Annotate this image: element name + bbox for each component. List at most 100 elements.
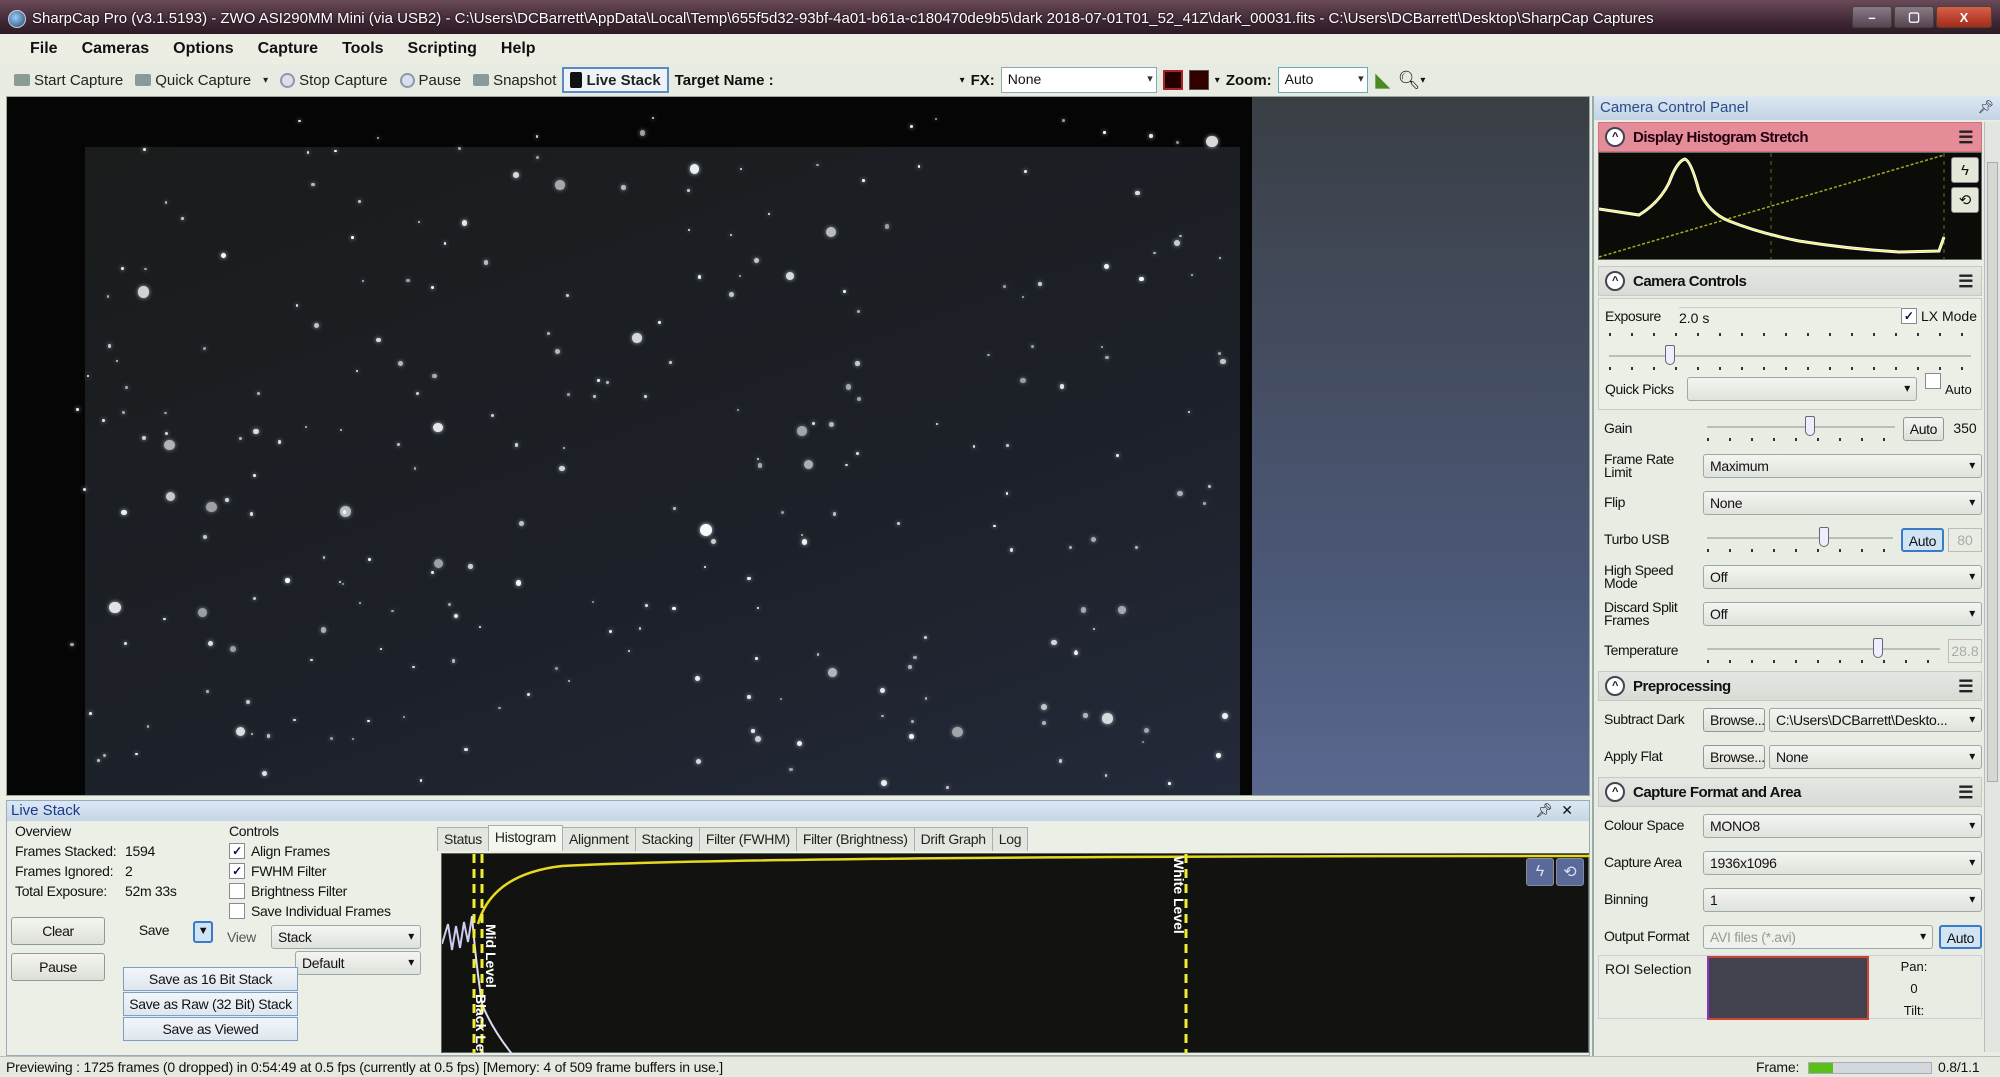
auto-checkbox[interactable] xyxy=(1925,373,1941,389)
collapse-icon[interactable]: ^ xyxy=(1605,127,1625,147)
chevron-down-icon[interactable]: ▾ xyxy=(1420,75,1425,86)
brightness-filter-checkbox[interactable] xyxy=(229,883,245,899)
minimize-button[interactable]: – xyxy=(1852,6,1892,28)
reset-stretch-button[interactable]: ⟲ xyxy=(1556,858,1584,886)
collapse-icon[interactable]: ^ xyxy=(1605,782,1625,802)
output-format-auto-button[interactable]: Auto xyxy=(1938,924,1982,949)
menu-capture[interactable]: Capture xyxy=(246,40,330,58)
save-16bit-menu-item[interactable]: Save as 16 Bit Stack xyxy=(123,967,298,991)
turbo-usb-value[interactable]: 80 xyxy=(1948,527,1982,552)
close-button[interactable]: X xyxy=(1936,6,1992,28)
save-button[interactable]: Save xyxy=(119,917,189,945)
section-display-histogram[interactable]: ^ Display Histogram Stretch ☰ xyxy=(1598,122,1982,152)
quick-capture-button[interactable]: Quick Capture ▾ xyxy=(129,67,274,93)
gain-value[interactable]: 350 xyxy=(1948,417,1982,441)
start-capture-button[interactable]: Start Capture xyxy=(8,67,129,93)
menu-options[interactable]: Options xyxy=(161,40,245,58)
align-frames-option[interactable]: ✓ Align Frames xyxy=(229,843,330,859)
tab-alignment[interactable]: Alignment xyxy=(561,827,636,851)
high-speed-dropdown[interactable]: Off xyxy=(1703,564,1982,589)
section-camera-controls[interactable]: ^ Camera Controls ☰ xyxy=(1598,266,1982,296)
close-icon[interactable]: ✕ xyxy=(1561,802,1581,818)
secondary-dropdown[interactable]: Default xyxy=(295,951,421,975)
save-raw-32bit-menu-item[interactable]: Save as Raw (32 Bit) Stack xyxy=(123,992,298,1016)
pan-value[interactable]: 0 xyxy=(1889,978,1939,1000)
turbo-usb-auto-button[interactable]: Auto xyxy=(1900,527,1944,552)
hamburger-menu-icon[interactable]: ☰ xyxy=(1958,272,1973,292)
hamburger-menu-icon[interactable]: ☰ xyxy=(1958,783,1973,803)
exposure-value[interactable]: 2.0 s xyxy=(1679,306,1901,326)
hamburger-menu-icon[interactable]: ☰ xyxy=(1958,128,1973,148)
pin-icon[interactable]: 📌︎ xyxy=(1977,99,1994,115)
menu-scripting[interactable]: Scripting xyxy=(396,40,489,58)
menu-tools[interactable]: Tools xyxy=(330,40,395,58)
brightness-filter-option[interactable]: Brightness Filter xyxy=(229,883,347,899)
pause-stack-button[interactable]: Pause xyxy=(11,953,105,981)
pause-button[interactable]: Pause xyxy=(394,67,468,93)
discard-split-dropdown[interactable]: Off xyxy=(1703,601,1982,626)
zoom-dropdown[interactable]: Auto xyxy=(1277,67,1368,93)
view-dropdown[interactable]: Stack xyxy=(271,925,421,949)
menu-cameras[interactable]: Cameras xyxy=(70,40,162,58)
tab-histogram[interactable]: Histogram xyxy=(487,825,563,851)
save-individual-frames-checkbox[interactable] xyxy=(229,903,245,919)
fwhm-filter-checkbox[interactable]: ✓ xyxy=(229,863,245,879)
tab-drift-graph[interactable]: Drift Graph xyxy=(913,827,993,851)
menu-file[interactable]: File xyxy=(18,40,70,58)
auto-stretch-button[interactable]: ϟ xyxy=(1526,858,1554,886)
tab-stacking[interactable]: Stacking xyxy=(634,827,700,851)
apply-flat-dropdown[interactable]: None xyxy=(1769,744,1982,769)
fx-dropdown[interactable]: None xyxy=(1000,67,1157,93)
panel-scrollbar[interactable] xyxy=(1984,122,2000,1052)
magnifier-icon[interactable]: 🔍︎ xyxy=(1398,70,1421,91)
subtract-dark-browse-button[interactable]: Browse... xyxy=(1703,707,1765,732)
exposure-slider[interactable] xyxy=(1605,329,1975,373)
stop-capture-button[interactable]: Stop Capture xyxy=(274,67,393,93)
save-dropdown-button[interactable]: ▼ xyxy=(193,921,213,943)
align-frames-checkbox[interactable]: ✓ xyxy=(229,843,245,859)
tab-status[interactable]: Status xyxy=(437,827,489,851)
stack-histogram[interactable]: Mid Level Black Level White Level ϟ ⟲ xyxy=(441,853,1590,1054)
maximize-button[interactable]: ▢ xyxy=(1894,6,1934,28)
slider-knob[interactable] xyxy=(1805,415,1815,436)
slider-knob[interactable] xyxy=(1665,345,1675,365)
binning-dropdown[interactable]: 1 xyxy=(1703,887,1982,912)
section-capture-format[interactable]: ^ Capture Format and Area ☰ xyxy=(1598,777,1982,807)
gain-auto-button[interactable]: Auto xyxy=(1902,416,1944,441)
apply-flat-browse-button[interactable]: Browse... xyxy=(1703,744,1765,769)
gain-slider[interactable] xyxy=(1703,414,1899,444)
lx-mode-checkbox[interactable]: ✓ xyxy=(1900,308,1917,324)
snapshot-button[interactable]: Snapshot xyxy=(467,67,562,93)
tab-filter-brightness[interactable]: Filter (Brightness) xyxy=(795,827,915,851)
target-name-input[interactable] xyxy=(780,67,920,93)
turbo-usb-slider[interactable] xyxy=(1703,525,1897,555)
display-histogram[interactable]: ϟ ⟲ xyxy=(1598,152,1982,260)
slider-knob[interactable] xyxy=(1819,526,1829,547)
subtract-dark-dropdown[interactable]: C:\Users\DCBarrett\Deskto... xyxy=(1769,707,1982,732)
tab-log[interactable]: Log xyxy=(991,827,1029,851)
reset-stretch-button[interactable]: ⟲ xyxy=(1951,187,1979,213)
roi-selector[interactable] xyxy=(1707,956,1869,1020)
save-individual-frames-option[interactable]: Save Individual Frames xyxy=(229,903,391,919)
flip-dropdown[interactable]: None xyxy=(1703,490,1982,515)
frame-rate-dropdown[interactable]: Maximum xyxy=(1703,453,1982,478)
pin-icon[interactable]: 📌︎ xyxy=(1535,802,1561,818)
histogram-icon[interactable]: ◣ xyxy=(1376,70,1390,91)
hamburger-menu-icon[interactable]: ☰ xyxy=(1958,677,1973,697)
clear-button[interactable]: Clear xyxy=(11,917,105,945)
section-preprocessing[interactable]: ^ Preprocessing ☰ xyxy=(1598,671,1982,701)
color-swatch-icon[interactable] xyxy=(1162,70,1183,90)
collapse-icon[interactable]: ^ xyxy=(1605,271,1625,291)
colour-space-dropdown[interactable]: MONO8 xyxy=(1703,813,1982,838)
scrollbar-thumb[interactable] xyxy=(1987,162,1998,782)
tab-filter-fwhm[interactable]: Filter (FWHM) xyxy=(698,827,797,851)
color-swatch-icon[interactable] xyxy=(1188,70,1209,90)
chevron-down-icon[interactable]: ▾ xyxy=(263,75,268,86)
save-as-viewed-menu-item[interactable]: Save as Viewed xyxy=(123,1017,298,1041)
menu-help[interactable]: Help xyxy=(489,40,548,58)
collapse-icon[interactable]: ^ xyxy=(1605,676,1625,696)
quick-picks-dropdown[interactable] xyxy=(1687,377,1917,401)
image-viewer[interactable] xyxy=(6,96,1590,796)
fwhm-filter-option[interactable]: ✓ FWHM Filter xyxy=(229,863,327,879)
live-stack-button[interactable]: Live Stack xyxy=(562,67,669,93)
